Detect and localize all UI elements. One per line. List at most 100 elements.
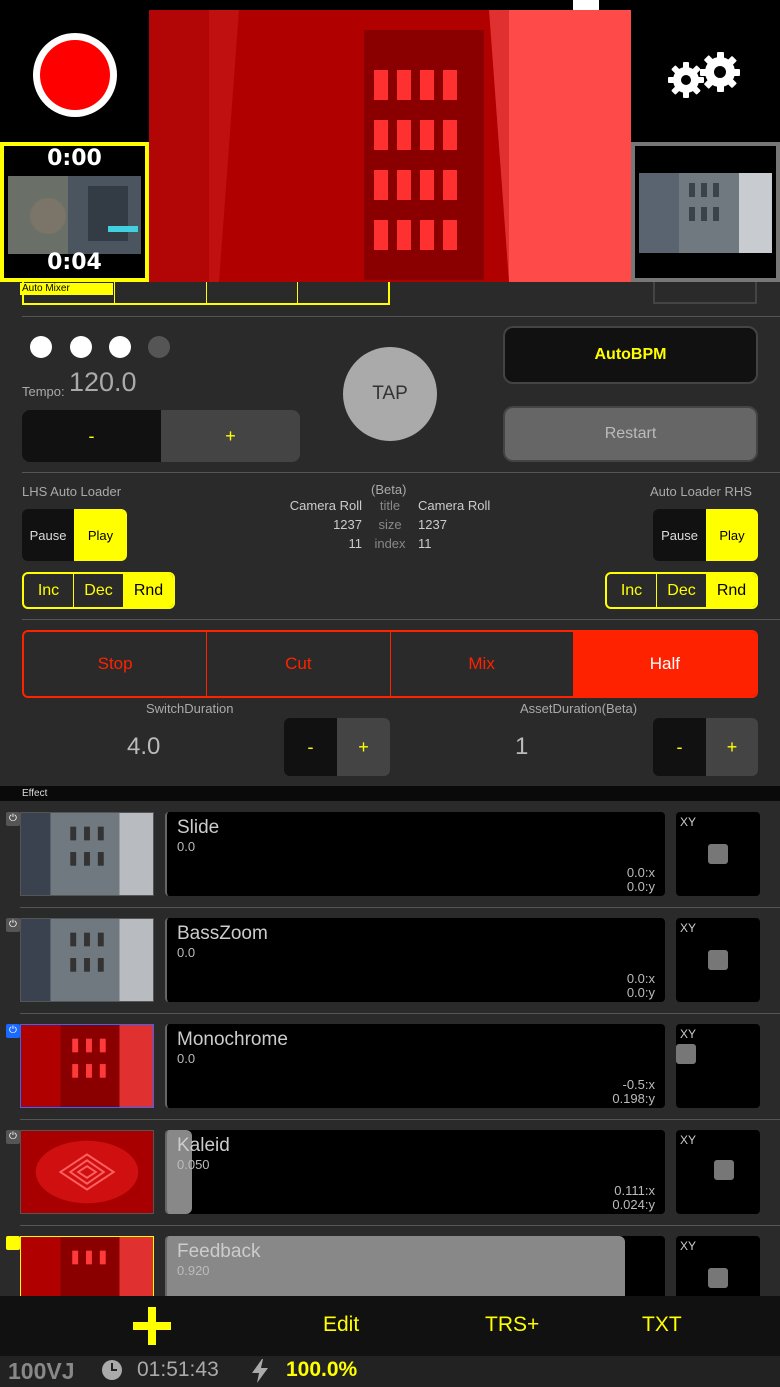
effect-row-feedback: Feedback 0.920 XY xyxy=(0,1236,780,1296)
top-bar xyxy=(0,0,780,10)
rhs-deck-thumbnail[interactable] xyxy=(631,142,780,282)
lhs-inc-button[interactable]: Inc xyxy=(24,574,74,607)
mode-stop-button[interactable]: Stop xyxy=(24,632,208,696)
effect-param-slider[interactable]: Feedback 0.920 xyxy=(165,1236,665,1296)
power-icon[interactable]: ⏻ xyxy=(6,918,20,932)
tempo-caption: Tempo: xyxy=(22,384,65,399)
switch-mode-selector[interactable]: Stop Cut Mix Half xyxy=(22,630,758,698)
power-icon[interactable]: ⏻ xyxy=(6,1024,20,1038)
tap-tempo-button[interactable]: TAP xyxy=(343,347,437,441)
rhs-pause-button[interactable]: Pause xyxy=(653,509,706,561)
mode-cut-button[interactable]: Cut xyxy=(207,632,391,696)
trs-button[interactable]: TRS+ xyxy=(485,1313,539,1337)
divider xyxy=(22,316,780,317)
rhs-order-selector[interactable]: Inc Dec Rnd xyxy=(605,572,758,609)
xy-pad[interactable]: XY xyxy=(676,918,760,1002)
xy-knob[interactable] xyxy=(676,1044,696,1064)
divider xyxy=(22,472,780,473)
effect-name: Kaleid xyxy=(177,1135,230,1156)
effect-param-slider[interactable]: Slide 0.0 0.0:x 0.0:y xyxy=(165,812,665,896)
asset-duration-increase-button[interactable]: + xyxy=(706,718,758,776)
xy-label: XY xyxy=(680,1239,697,1253)
asset-duration-decrease-button[interactable]: - xyxy=(653,718,706,776)
index-key: index xyxy=(374,536,406,551)
rhs-source-index: 11 xyxy=(418,536,432,551)
autobpm-button[interactable]: AutoBPM xyxy=(503,326,758,384)
xy-pad[interactable]: XY xyxy=(676,1236,760,1296)
effect-param-slider[interactable]: BassZoom 0.0 0.0:x 0.0:y xyxy=(165,918,665,1002)
effect-thumbnail[interactable] xyxy=(20,918,154,1002)
effect-row-monochrome: ⏻ Monochrome 0.0 -0.5:x 0.198:y XY xyxy=(0,1024,780,1130)
power-icon[interactable] xyxy=(6,1236,20,1250)
rhs-rnd-button[interactable]: Rnd xyxy=(707,574,756,607)
xy-pad[interactable]: XY xyxy=(676,1130,760,1214)
effect-thumbnail[interactable] xyxy=(20,1024,154,1108)
edit-button[interactable]: Edit xyxy=(323,1313,359,1337)
settings-gear-icon[interactable] xyxy=(666,52,744,100)
xy-knob[interactable] xyxy=(708,1268,728,1288)
divider xyxy=(20,907,780,908)
record-icon xyxy=(40,40,110,110)
xy-pad[interactable]: XY xyxy=(676,1024,760,1108)
effect-param-slider[interactable]: Monochrome 0.0 -0.5:x 0.198:y xyxy=(165,1024,665,1108)
effect-xy-readout: 0.0:x 0.0:y xyxy=(626,971,655,1000)
xy-knob[interactable] xyxy=(708,844,728,864)
effect-value: 0.050 xyxy=(177,1157,210,1172)
record-button[interactable] xyxy=(33,33,117,117)
mode-half-button[interactable]: Half xyxy=(573,632,756,696)
tempo-decrease-button[interactable]: - xyxy=(22,410,161,462)
lhs-dec-button[interactable]: Dec xyxy=(74,574,124,607)
lhs-source-title: Camera Roll xyxy=(289,498,362,513)
power-icon[interactable]: ⏻ xyxy=(6,1130,20,1144)
asset-duration-value: 1 xyxy=(515,733,529,760)
effect-xy-readout: -0.5:x 0.198:y xyxy=(612,1077,655,1106)
switch-duration-increase-button[interactable]: + xyxy=(337,718,390,776)
switch-duration-decrease-button[interactable]: - xyxy=(284,718,337,776)
beat-indicator xyxy=(30,336,52,358)
txt-button[interactable]: TXT xyxy=(642,1313,682,1337)
effect-section-header xyxy=(0,786,780,801)
effect-thumbnail[interactable] xyxy=(20,1236,154,1296)
effect-thumbnail[interactable] xyxy=(20,1130,154,1214)
lhs-source-index: 11 xyxy=(348,536,363,551)
rhs-source-size: 1237 xyxy=(418,517,447,532)
lhs-time-position: 0:00 xyxy=(47,146,102,171)
app-logo: 100VJ xyxy=(8,1358,75,1384)
top-indicator xyxy=(573,0,599,10)
xy-knob[interactable] xyxy=(714,1160,734,1180)
tempo-increase-button[interactable]: + xyxy=(161,410,300,462)
effect-value: 0.0 xyxy=(177,839,196,854)
rhs-play-button[interactable]: Play xyxy=(706,509,758,561)
add-icon[interactable] xyxy=(133,1307,171,1345)
lhs-play-button[interactable]: Play xyxy=(74,509,127,561)
effect-name: Monochrome xyxy=(177,1029,288,1050)
beat-indicator xyxy=(70,336,92,358)
lhs-pause-button[interactable]: Pause xyxy=(22,509,74,561)
main-preview[interactable] xyxy=(149,10,631,282)
effect-param-slider[interactable]: Kaleid 0.050 0.111:x 0.024:y xyxy=(165,1130,665,1214)
effect-name: BassZoom xyxy=(177,923,268,944)
auto-mixer-label: Auto Mixer xyxy=(20,283,113,295)
xy-label: XY xyxy=(680,1133,697,1147)
beat-indicator xyxy=(148,336,170,358)
beat-indicator xyxy=(109,336,131,358)
divider xyxy=(20,1119,780,1120)
effect-row-kaleid: ⏻ Kaleid 0.050 0.111:x 0.024:y XY xyxy=(0,1130,780,1236)
xy-label: XY xyxy=(680,815,697,829)
lhs-order-selector[interactable]: Inc Dec Rnd xyxy=(22,572,175,609)
rhs-auto-loader-label: Auto Loader RHS xyxy=(650,484,752,499)
auto-mixer-right-tab[interactable] xyxy=(653,282,757,304)
xy-knob[interactable] xyxy=(708,950,728,970)
effect-thumbnail[interactable] xyxy=(20,812,154,896)
restart-button[interactable]: Restart xyxy=(503,406,758,462)
lhs-rnd-button[interactable]: Rnd xyxy=(124,574,173,607)
rhs-dec-button[interactable]: Dec xyxy=(657,574,707,607)
divider xyxy=(22,619,780,620)
power-icon[interactable]: ⏻ xyxy=(6,812,20,826)
effect-value: 0.0 xyxy=(177,945,196,960)
mode-mix-button[interactable]: Mix xyxy=(391,632,574,696)
rhs-inc-button[interactable]: Inc xyxy=(607,574,657,607)
title-key: title xyxy=(379,498,401,513)
switch-duration-value: 4.0 xyxy=(127,733,161,760)
xy-pad[interactable]: XY xyxy=(676,812,760,896)
